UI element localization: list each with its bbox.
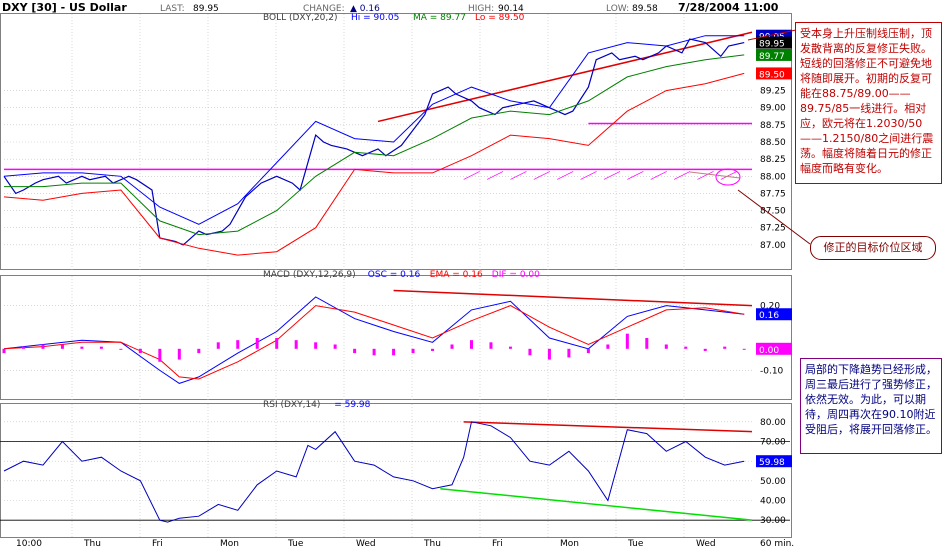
- dif-bar: [119, 348, 123, 350]
- trend-callout: 局部的下降趋势已经形成，周三最后进行了强势修正，依然无效。为此，可以期待，周四再…: [800, 358, 942, 454]
- panel-frame: [0, 403, 792, 538]
- y-tick-label: 87.00: [760, 241, 786, 251]
- dif-bar: [21, 346, 25, 349]
- x-tick-label: Mon: [220, 539, 239, 549]
- dif-bar: [411, 348, 415, 354]
- x-tick-label: Wed: [356, 539, 376, 549]
- y-tick-label: 50.00: [760, 477, 786, 487]
- legend-entry: EMA = 0.16: [430, 270, 483, 280]
- dif-bar: [684, 346, 688, 349]
- x-tick-label: Tue: [627, 539, 644, 549]
- y-tick-label: 87.25: [760, 224, 786, 234]
- x-tick-label: Fri: [492, 539, 503, 549]
- dif-bar: [723, 346, 727, 349]
- y-tick-label: 89.25: [760, 87, 786, 97]
- dif-bar: [333, 344, 337, 349]
- dif-bar: [742, 348, 746, 350]
- x-tick-label: 10:00: [16, 539, 42, 549]
- dif-bar: [508, 346, 512, 349]
- value-tag-label: 89.50: [759, 70, 785, 80]
- x-tick-label: Wed: [696, 539, 716, 549]
- dif-bar: [216, 342, 220, 349]
- dif-bar: [314, 342, 318, 349]
- y-tick-label: 30.00: [760, 516, 786, 526]
- macd-panel: MACD (DXY,12,26,9) OSC = 0.16 EMA = 0.16 DI…: [0, 270, 792, 400]
- dif-bar: [606, 344, 610, 349]
- x-tick-label: Mon: [560, 539, 579, 549]
- panel-frame: [0, 275, 792, 400]
- dif-bar: [567, 348, 571, 358]
- dif-bar: [645, 338, 649, 349]
- dif-bar: [353, 348, 357, 354]
- dif-bar: [664, 344, 668, 349]
- y-tick-label: 89.00: [760, 104, 786, 114]
- y-tick-label: 88.75: [760, 121, 786, 131]
- header-low: 89.58: [632, 4, 658, 14]
- price-panel: BOLL (DXY,20,2) Hi = 90.05 MA = 89.77 Lo = …: [0, 13, 792, 270]
- y-tick-label: 80.00: [760, 418, 786, 428]
- value-tag-label: 59.98: [759, 458, 785, 468]
- dif-bar: [236, 340, 240, 349]
- dif-bar: [138, 348, 142, 354]
- dif-bar: [489, 342, 493, 349]
- dif-bar: [60, 344, 64, 349]
- dif-bar: [41, 344, 45, 349]
- y-tick-label: 70.00: [760, 438, 786, 448]
- legend-entry: MA = 89.77: [413, 13, 466, 23]
- rsi-panel: RSI (DXY,14)= 59.9880.0070.0060.0050.004…: [0, 400, 792, 538]
- panel-title: RSI (DXY,14): [263, 400, 320, 410]
- header-symbol: DXY [30] - US Dollar: [2, 1, 127, 14]
- dif-bar: [99, 346, 103, 349]
- dif-bar: [470, 340, 473, 349]
- dif-bar: [158, 348, 162, 362]
- dif-bar: [197, 348, 201, 354]
- dif-bar: [2, 348, 6, 354]
- legend-entry: Hi = 90.05: [351, 13, 399, 23]
- dif-bar: [625, 333, 629, 349]
- dif-bar: [431, 348, 435, 351]
- y-tick-label: -0.10: [760, 366, 784, 376]
- dif-bar: [703, 348, 707, 351]
- y-tick-label: 40.00: [760, 497, 786, 507]
- header-low-label: LOW:: [606, 4, 629, 14]
- header-last-label: LAST:: [160, 4, 185, 14]
- dif-bar: [372, 348, 376, 356]
- y-tick-label: 88.00: [760, 172, 786, 182]
- x-axis: 10:00 Thu Fri Mon Tue Wed Thu Fri Mon Tue Wed 60 mi…: [16, 539, 794, 549]
- x-tick-label: Thu: [423, 539, 441, 549]
- header-datetime: 7/28/2004 11:00: [678, 1, 779, 14]
- legend-entry: = 59.98: [334, 400, 370, 410]
- value-tag-label: 89.77: [759, 52, 785, 62]
- panel-title: MACD (DXY,12,26,9): [263, 270, 356, 280]
- dif-bar: [586, 348, 590, 354]
- value-tag-label: 0.00: [759, 346, 779, 356]
- dif-bar: [255, 338, 259, 349]
- dif-bar: [80, 346, 84, 349]
- target-zone-callout: 修正的目标价位区域: [810, 236, 936, 260]
- header-bar: DXY [30] - US Dollar LAST: 89.95 CHANGE:…: [0, 0, 779, 14]
- x-tick-label: Thu: [83, 539, 101, 549]
- y-tick-label: 88.25: [760, 155, 786, 165]
- x-tick-label: Tue: [287, 539, 304, 549]
- resistance-callout: 受本身上升压制线压制，顶发散背离的反复修正失败。短线的回落修正不可避免地将随即展…: [795, 22, 942, 184]
- legend-entry: OSC = 0.16: [368, 270, 421, 280]
- value-tag-label: 89.95: [759, 40, 785, 50]
- y-tick-label: 88.50: [760, 138, 786, 148]
- header-last: 89.95: [193, 4, 219, 14]
- x-tick-label: Fri: [152, 539, 163, 549]
- dif-bar: [392, 348, 396, 356]
- legend-entry: Lo = 89.50: [475, 13, 525, 23]
- dif-bar: [294, 340, 298, 349]
- panel-title: BOLL (DXY,20,2): [263, 13, 338, 23]
- x-axis-unit: 60 min.: [760, 539, 794, 549]
- legend-entry: DIF = 0.00: [492, 270, 540, 280]
- y-tick-label: 87.50: [760, 207, 786, 217]
- value-tag-label: 0.16: [759, 311, 779, 321]
- y-tick-label: 87.75: [760, 189, 786, 199]
- dif-bar: [528, 348, 532, 356]
- dif-bar: [450, 344, 454, 349]
- dif-bar: [275, 338, 279, 349]
- dif-bar: [547, 348, 551, 360]
- dif-bar: [177, 348, 181, 360]
